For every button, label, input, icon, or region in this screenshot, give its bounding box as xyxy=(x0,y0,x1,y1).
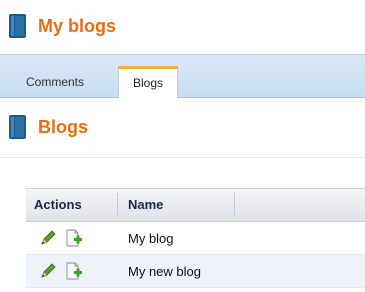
divider xyxy=(0,157,365,158)
section-title: Blogs xyxy=(38,117,89,137)
edit-icon[interactable] xyxy=(40,263,56,279)
column-separator xyxy=(234,193,235,217)
blog-name[interactable]: My new blog xyxy=(128,255,201,288)
column-header-actions[interactable]: Actions xyxy=(34,189,82,221)
book-icon xyxy=(9,115,26,139)
column-separator xyxy=(117,193,118,217)
tab-comments[interactable]: Comments xyxy=(26,69,84,96)
blog-name[interactable]: My blog xyxy=(128,222,174,255)
page-title: My blogs xyxy=(38,16,117,36)
column-header-name[interactable]: Name xyxy=(128,189,163,221)
edit-icon[interactable] xyxy=(40,230,56,246)
new-post-icon[interactable] xyxy=(66,229,82,247)
book-icon xyxy=(9,14,26,38)
table-row: My new blog xyxy=(26,255,365,288)
new-post-icon[interactable] xyxy=(66,262,82,280)
tab-blogs[interactable]: Blogs xyxy=(118,66,178,98)
page-header: My blogs xyxy=(0,0,365,54)
grid-header: Actions Name xyxy=(26,188,365,222)
table-row: My blog xyxy=(26,222,365,255)
blogs-grid: Actions Name My blog My new blog xyxy=(26,188,365,288)
tab-strip: Comments Blogs xyxy=(0,54,365,98)
